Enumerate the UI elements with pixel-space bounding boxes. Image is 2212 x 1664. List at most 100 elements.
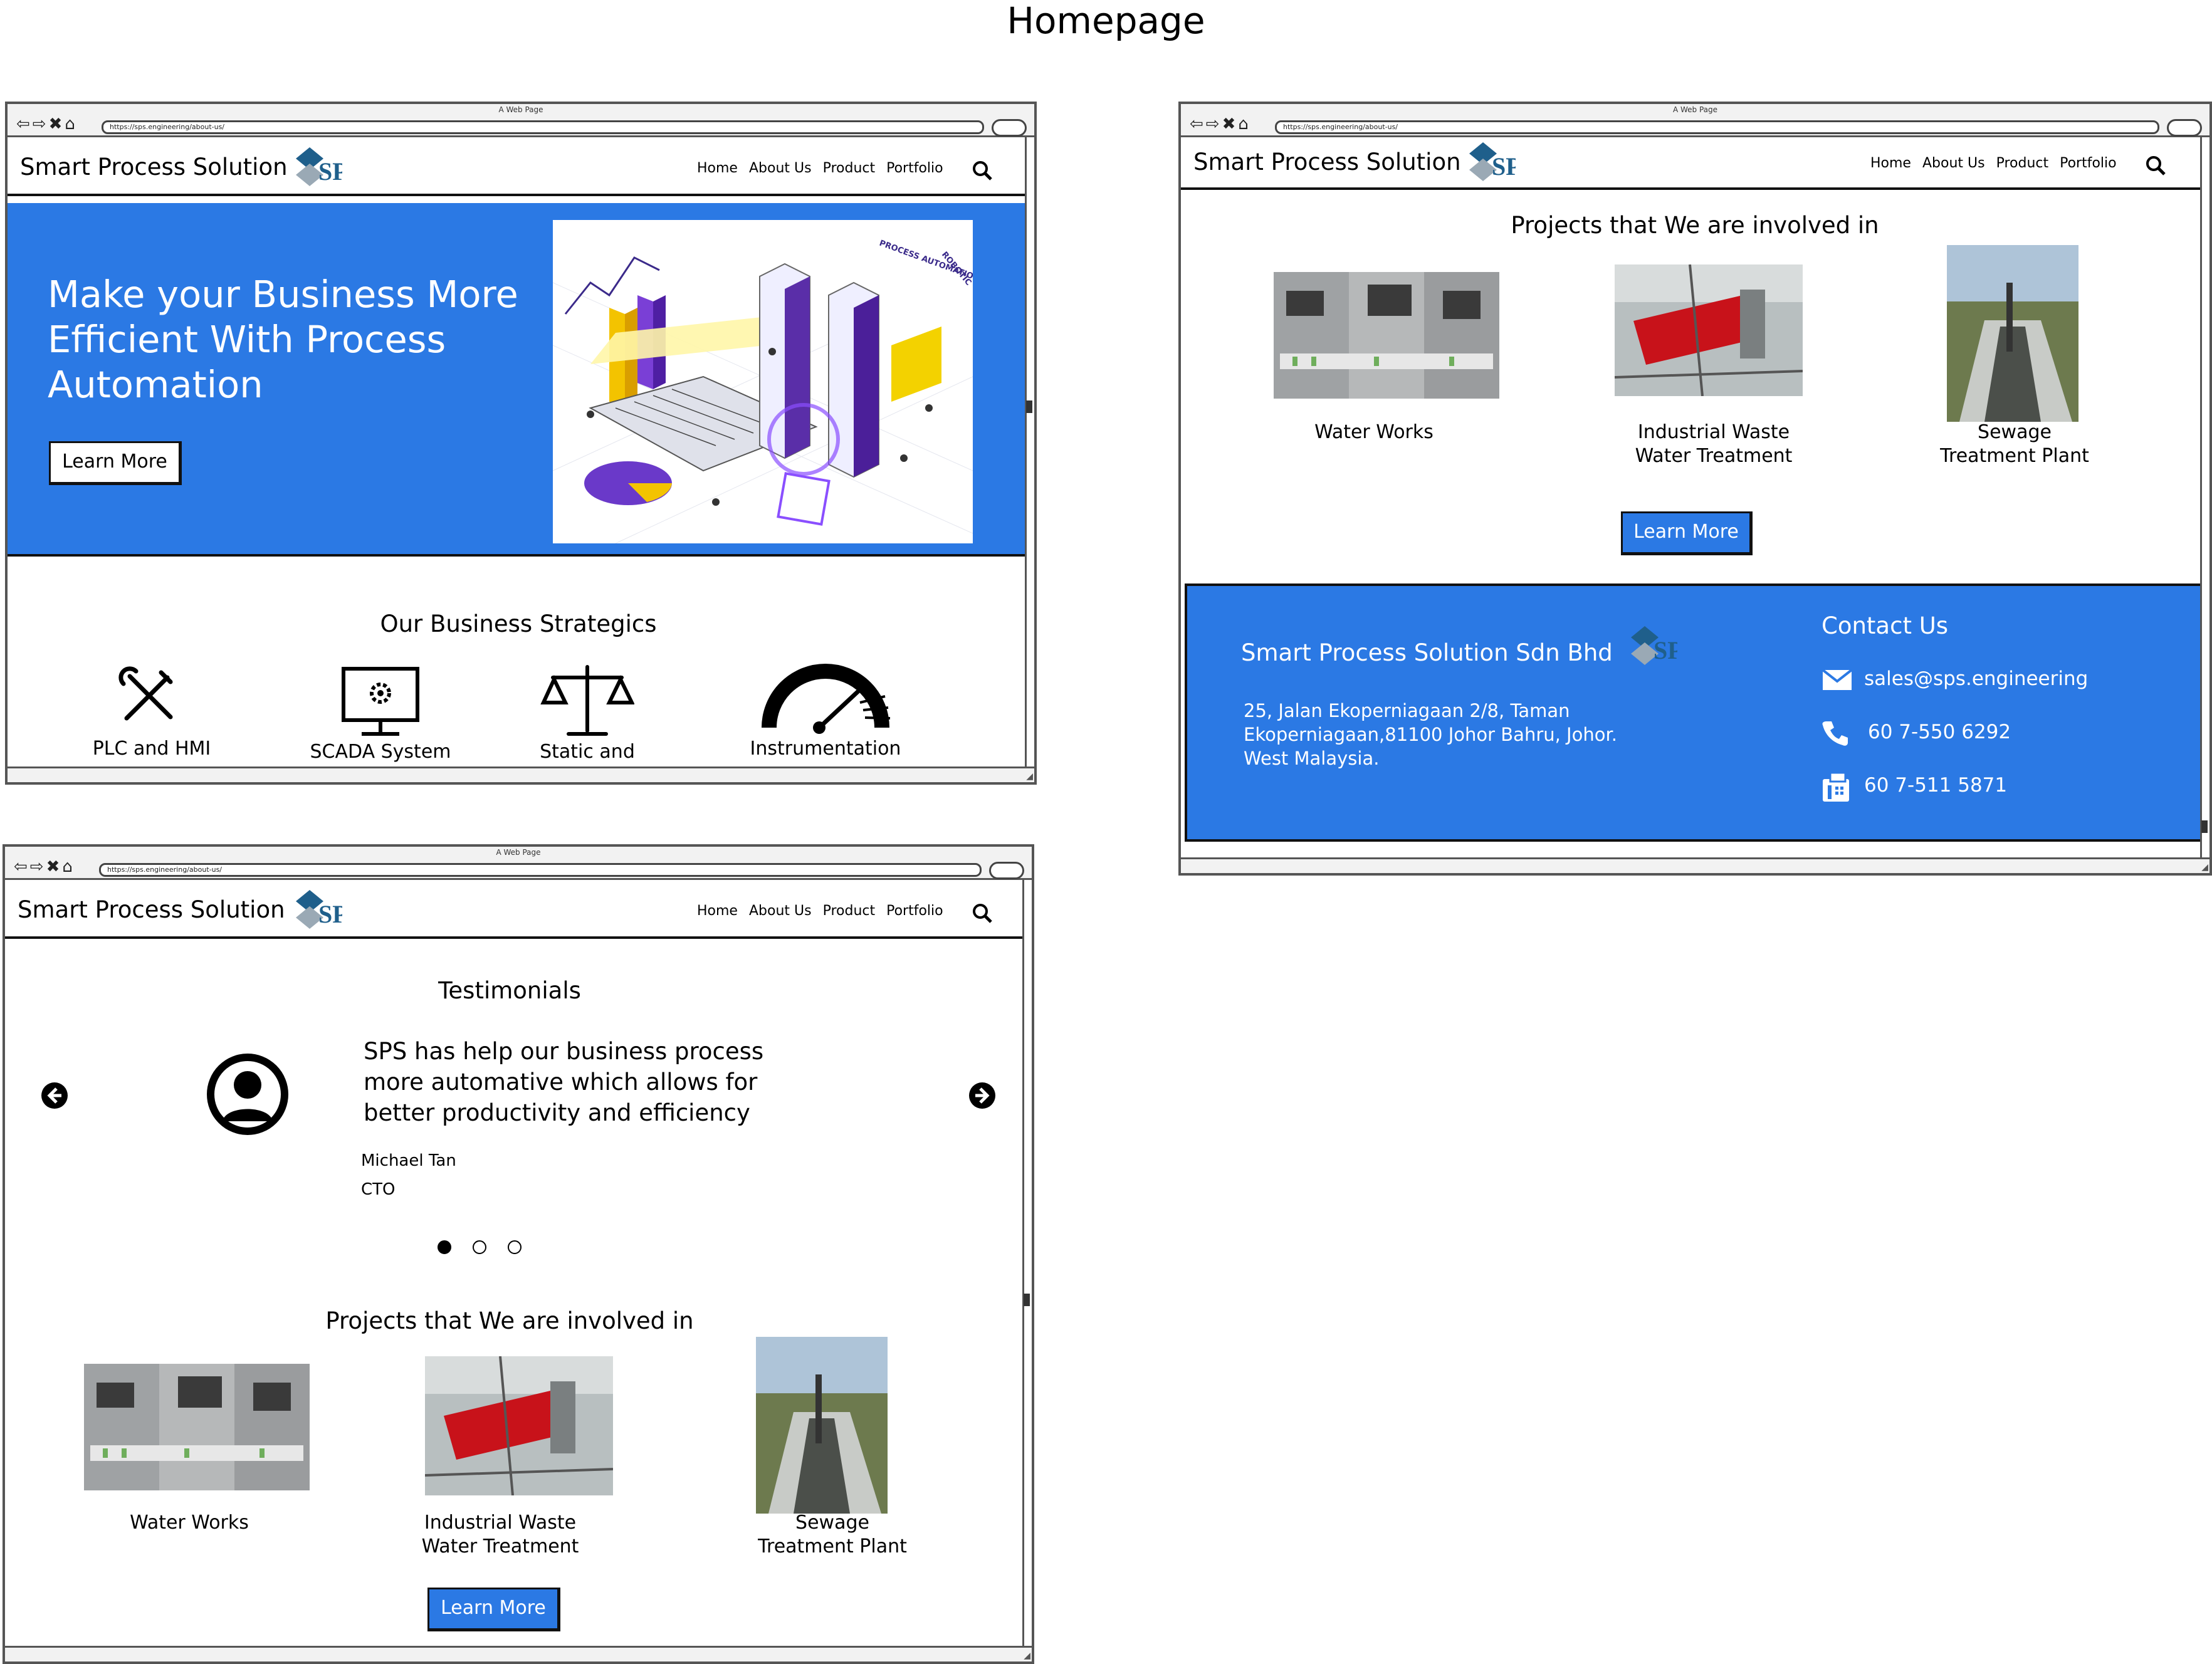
sewage-treatment-photo[interactable] (1947, 245, 2078, 422)
status-bar: ◢ (1181, 857, 2209, 873)
main-nav: Home About Us Product Portfolio (697, 903, 955, 920)
vertical-scrollbar[interactable] (2200, 137, 2209, 859)
sps-logo-icon[interactable]: SPS (1464, 140, 1516, 185)
browser-search-field[interactable] (989, 862, 1024, 879)
url-bar[interactable]: https://sps.engineering/about-us/ (99, 863, 982, 877)
status-bar: ◢ (8, 767, 1034, 782)
prev-arrow-icon[interactable] (40, 1081, 69, 1110)
site-header: Smart Process Solution SPS Home About Us P… (8, 137, 1027, 196)
main-nav: Home About Us Product Portfolio (697, 160, 955, 177)
site-footer: Smart Process Solution Sdn Bhd SPS 25, J… (1185, 583, 2203, 842)
footer-email[interactable]: sales@sps.engineering (1864, 667, 2088, 690)
nav-portfolio[interactable]: Portfolio (2060, 155, 2117, 171)
svg-text:SPS: SPS (318, 157, 342, 186)
browser-window-hero: A Web Page ⇦⇨✖⌂ https://sps.engineering/… (5, 102, 1037, 785)
water-works-photo[interactable] (1274, 272, 1499, 399)
nav-portfolio[interactable]: Portfolio (886, 903, 943, 919)
process-automation-illustration: PROCESS AUTOMATION ROBOTIC (553, 220, 973, 543)
carousel-dot-2[interactable] (473, 1240, 486, 1254)
fax-icon (1823, 772, 1849, 802)
url-bar[interactable]: https://sps.engineering/about-us/ (1275, 120, 2159, 134)
page-title: Homepage (1007, 0, 1205, 42)
water-works-photo[interactable] (84, 1364, 310, 1490)
browser-chrome: A Web Page ⇦⇨✖⌂ https://sps.engineering/… (5, 847, 1032, 880)
vertical-scrollbar[interactable] (1025, 137, 1034, 768)
search-icon[interactable] (2145, 155, 2166, 176)
browser-nav-icons[interactable]: ⇦⇨✖⌂ (1190, 115, 1251, 133)
nav-product[interactable]: Product (1996, 155, 2049, 171)
carousel-dot-3[interactable] (508, 1240, 522, 1254)
tools-icon (118, 666, 173, 721)
project-caption-water-works: Water Works (1314, 421, 1434, 443)
status-bar: ◢ (5, 1646, 1032, 1661)
sps-logo-icon[interactable]: SPS (291, 887, 342, 933)
strategy-label-static: Static and (540, 741, 635, 763)
nav-product[interactable]: Product (823, 160, 876, 176)
project-caption-sewage: Sewage Treatment Plant (1940, 421, 2089, 467)
carousel-dot-1[interactable] (438, 1240, 451, 1254)
project-caption-industrial-waste: Industrial Waste Water Treatment (1635, 421, 1793, 467)
footer-phone[interactable]: 60 7-550 6292 (1868, 721, 2011, 743)
project-caption-sewage: Sewage Treatment Plant (758, 1512, 907, 1557)
testimonial-quote: SPS has help our business process more au… (364, 1038, 764, 1126)
brand-name[interactable]: Smart Process Solution (1193, 149, 1461, 176)
industrial-waste-photo[interactable] (425, 1356, 613, 1495)
gauge-icon (762, 664, 891, 734)
browser-search-field[interactable] (992, 119, 1027, 137)
svg-text:SPS: SPS (1492, 152, 1516, 181)
browser-chrome: A Web Page ⇦⇨✖⌂ https://sps.engineering/… (8, 104, 1034, 137)
testimonials-title: Testimonials (438, 977, 581, 1004)
project-caption-water-works: Water Works (130, 1512, 249, 1534)
project-caption-industrial-waste: Industrial Waste Water Treatment (421, 1512, 579, 1557)
nav-about-us[interactable]: About Us (749, 903, 812, 919)
nav-about-us[interactable]: About Us (749, 160, 812, 176)
footer-sps-logo-icon[interactable]: SPS (1626, 624, 1677, 669)
site-header: Smart Process Solution SPS Home About Us P… (1181, 137, 2202, 190)
testimonial-name: Michael Tan (361, 1151, 456, 1170)
nav-about-us[interactable]: About Us (1922, 155, 1985, 171)
projects-title: Projects that We are involved in (1511, 212, 1879, 239)
contact-us-title: Contact Us (1821, 612, 1949, 639)
projects-learn-more-button[interactable]: Learn More (1621, 511, 1753, 555)
email-icon (1821, 669, 1853, 690)
next-arrow-icon[interactable] (968, 1081, 997, 1110)
footer-fax[interactable]: 60 7-511 5871 (1864, 774, 2007, 797)
main-nav: Home About Us Product Portfolio (1870, 155, 2128, 172)
svg-text:SPS: SPS (1654, 636, 1677, 664)
search-icon[interactable] (972, 160, 993, 181)
sewage-treatment-photo[interactable] (756, 1337, 888, 1514)
nav-home[interactable]: Home (1870, 155, 1911, 171)
nav-product[interactable]: Product (823, 903, 876, 919)
search-icon[interactable] (972, 903, 993, 924)
projects-learn-more-button[interactable]: Learn More (427, 1588, 560, 1631)
hero-banner: Make your Business More Efficient With P… (8, 203, 1029, 557)
footer-company-name: Smart Process Solution Sdn Bhd (1241, 639, 1613, 666)
nav-home[interactable]: Home (697, 903, 738, 919)
vertical-scrollbar[interactable] (1022, 880, 1032, 1648)
phone-icon (1822, 721, 1848, 746)
browser-search-field[interactable] (2167, 119, 2202, 137)
testimonial-role: CTO (361, 1180, 396, 1199)
hero-learn-more-button[interactable]: Learn More (49, 441, 182, 485)
browser-window-projects-footer: A Web Page ⇦⇨✖⌂ https://sps.engineering/… (1178, 102, 2212, 876)
avatar-icon (207, 1054, 288, 1135)
strategy-label-plc: PLC and HMI (92, 738, 211, 760)
browser-nav-icons[interactable]: ⇦⇨✖⌂ (16, 115, 78, 133)
window-title: A Web Page (498, 105, 543, 114)
brand-name[interactable]: Smart Process Solution (18, 896, 285, 924)
hero-heading: Make your Business More Efficient With P… (48, 273, 518, 406)
nav-portfolio[interactable]: Portfolio (886, 160, 943, 176)
strategy-label-scada: SCADA System (310, 741, 451, 763)
sps-logo-icon[interactable]: SPS (291, 145, 342, 190)
site-header: Smart Process Solution SPS Home About Us P… (5, 880, 1024, 939)
industrial-waste-photo[interactable] (1615, 264, 1803, 396)
strategies-title: Our Business Strategics (380, 610, 657, 637)
browser-nav-icons[interactable]: ⇦⇨✖⌂ (14, 858, 75, 876)
url-bar[interactable]: https://sps.engineering/about-us/ (102, 120, 984, 134)
footer-address: 25, Jalan Ekoperniagaan 2/8, Taman Ekoper… (1244, 700, 1617, 769)
browser-window-testimonials: A Web Page ⇦⇨✖⌂ https://sps.engineering/… (3, 844, 1034, 1664)
monitor-gear-icon (342, 667, 419, 736)
brand-name[interactable]: Smart Process Solution (20, 154, 288, 181)
nav-home[interactable]: Home (697, 160, 738, 176)
svg-text:SPS: SPS (318, 900, 342, 928)
